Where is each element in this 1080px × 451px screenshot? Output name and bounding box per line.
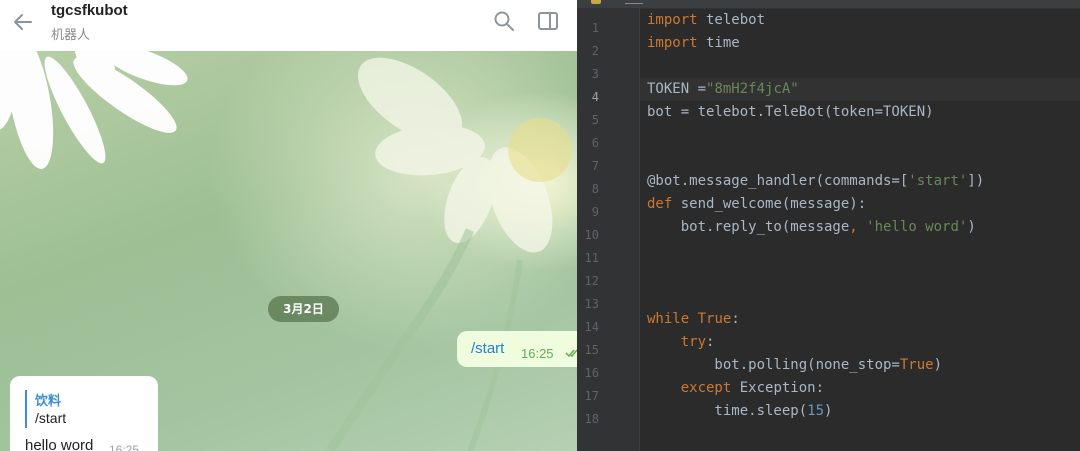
code-text: bot.reply_to(message	[647, 219, 850, 235]
number-token: 15	[807, 403, 825, 419]
code-text: bot = telebot.TeleBot(token=TOKEN)	[647, 104, 934, 120]
editor-tab-strip[interactable]	[577, 0, 1080, 9]
chat-title[interactable]: tgcsfkubot	[51, 2, 128, 19]
keyword-token: def	[647, 196, 673, 212]
editor-tab-label[interactable]	[625, 0, 643, 4]
string-token: 'hello word'	[866, 219, 968, 235]
keyword-token: True	[899, 357, 934, 373]
reply-author[interactable]: 饮料	[35, 390, 61, 409]
line-number: 15	[584, 343, 599, 357]
line-number: 7	[591, 159, 599, 173]
keyword-token: try	[680, 334, 707, 350]
code-line-14[interactable]: while True:	[647, 308, 740, 331]
code-line-18[interactable]: time.sleep(15)	[647, 400, 832, 423]
code-line-17[interactable]: except Exception:	[647, 377, 824, 400]
chat-header: tgcsfkubot 机器人	[0, 0, 577, 51]
side-panel-icon[interactable]	[537, 10, 559, 32]
outgoing-message-text[interactable]: /start	[471, 340, 504, 357]
code-line-4[interactable]: TOKEN ="8mH2f4jcA"	[647, 78, 799, 101]
code-text: time.sleep(	[647, 403, 808, 419]
code-text: :	[706, 334, 715, 350]
code-text: Exception:	[731, 380, 825, 396]
string-token: "8mH2f4jcA"	[706, 81, 799, 97]
chat-subtitle: 机器人	[51, 28, 91, 43]
code-line-9[interactable]: def send_welcome(message):	[647, 193, 866, 216]
string-token: 'start'	[908, 173, 968, 189]
line-number: 6	[591, 136, 599, 150]
code-line-2[interactable]: import time	[647, 32, 740, 55]
python-file-icon	[591, 0, 601, 4]
code-text: :	[731, 311, 740, 327]
code-text: time	[697, 35, 740, 51]
line-number: 9	[591, 205, 599, 219]
line-number-active: 4	[591, 90, 599, 104]
reply-quote-bar	[25, 390, 27, 428]
back-arrow-icon[interactable]	[11, 10, 35, 34]
line-number: 16	[584, 366, 599, 380]
code-line-10[interactable]: bot.reply_to(message, 'hello word')	[647, 216, 976, 239]
telegram-chat-pane: tgcsfkubot 机器人 3月2日 /start 16:25 饮料 /sta…	[0, 0, 577, 451]
line-number: 11	[584, 251, 599, 265]
code-text: bot.polling(none_stop=	[647, 357, 900, 373]
code-text: send_welcome(message):	[672, 196, 867, 212]
line-number: 1	[591, 21, 599, 35]
punctuation-token: ,	[849, 219, 858, 235]
code-editor-pane: 1 2 3 4 5 6 7 8 9 10 11 12 13 14 15 16 1…	[577, 0, 1080, 451]
line-number: 5	[591, 113, 599, 127]
keyword-token: except	[680, 380, 732, 396]
outgoing-message-time: 16:25	[521, 346, 554, 361]
date-separator: 3月2日	[268, 296, 339, 322]
outgoing-message[interactable]: /start 16:25	[457, 331, 577, 367]
keyword-token: while	[647, 311, 690, 327]
incoming-message-time: 16:25	[109, 443, 140, 451]
line-number: 10	[584, 228, 599, 242]
line-number: 13	[584, 297, 599, 311]
search-icon[interactable]	[493, 10, 515, 32]
incoming-message[interactable]: 饮料 /start hello word 16:25	[10, 376, 158, 451]
code-text: @bot.message_handler(commands=[	[647, 173, 909, 189]
line-number: 3	[591, 67, 599, 81]
code-text: )	[824, 403, 833, 419]
code-text: ])	[967, 173, 985, 189]
double-check-icon	[565, 349, 577, 358]
line-number: 17	[584, 389, 599, 403]
code-text: telebot	[697, 12, 766, 28]
code-line-15[interactable]: try:	[647, 331, 715, 354]
line-number: 14	[584, 320, 599, 334]
code-text: TOKEN =	[647, 81, 707, 97]
code-line-16[interactable]: bot.polling(none_stop=True)	[647, 354, 942, 377]
reply-quoted-text[interactable]: /start	[35, 410, 66, 426]
code-text: )	[933, 357, 943, 373]
line-number: 8	[591, 182, 599, 196]
incoming-message-text: hello word	[25, 437, 94, 451]
code-text: )	[967, 219, 976, 235]
code-line-1[interactable]: import telebot	[647, 9, 765, 32]
keyword-token: import	[647, 12, 698, 28]
keyword-token: True	[697, 311, 732, 327]
line-number-gutter[interactable]: 1 2 3 4 5 6 7 8 9 10 11 12 13 14 15 16 1…	[577, 8, 640, 451]
code-line-5[interactable]: bot = telebot.TeleBot(token=TOKEN)	[647, 101, 934, 124]
line-number: 2	[591, 44, 599, 58]
code-line-8[interactable]: @bot.message_handler(commands=['start'])	[647, 170, 984, 193]
keyword-token: import	[647, 35, 698, 51]
line-number: 18	[584, 412, 599, 426]
line-number: 12	[584, 274, 599, 288]
